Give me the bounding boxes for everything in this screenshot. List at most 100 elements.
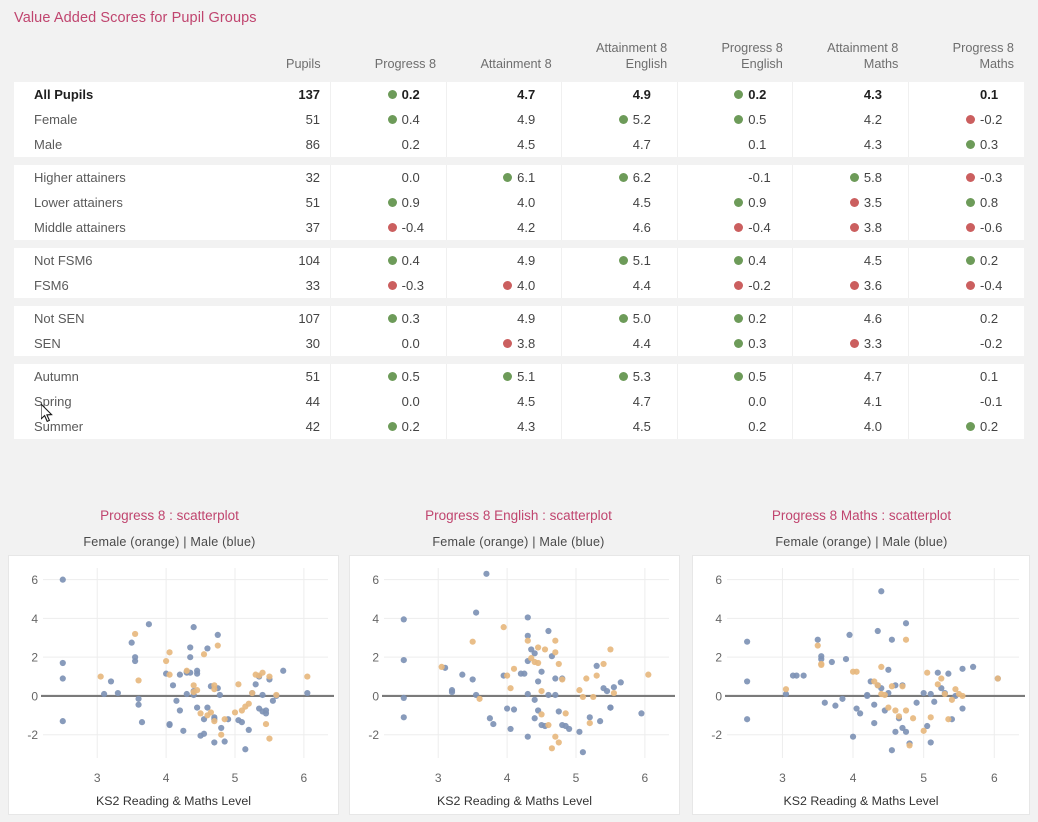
- table-row[interactable]: FSM6 33 -0.3 4.0 4.4 -0.2 3.6 -0.4: [14, 273, 1024, 298]
- cell-metric: 0.1: [907, 82, 1024, 107]
- no-indicator-icon: [503, 422, 512, 431]
- table-header: Pupils Progress 8 Attainment 8 Attainment 8…: [14, 40, 1024, 82]
- header-line: Maths: [979, 57, 1014, 71]
- no-indicator-icon: [619, 90, 628, 99]
- cell-value: 4.5: [632, 195, 651, 210]
- table-row[interactable]: SEN 30 0.0 3.8 4.4 0.3 3.3 -0.2: [14, 331, 1024, 356]
- cell-value: 0.2: [980, 311, 999, 326]
- cell-value: 5.0: [632, 311, 651, 326]
- svg-text:6: 6: [31, 573, 38, 587]
- cell-metric: 5.1: [445, 364, 562, 389]
- cell-metric: 0.4: [676, 248, 793, 273]
- table-row[interactable]: Female 51 0.4 4.9 5.2 0.5 4.2 -0.2: [14, 107, 1024, 132]
- table-row[interactable]: Not FSM6 104 0.4 4.9 5.1 0.4 4.5 0.2: [14, 248, 1024, 273]
- cell-metric: 4.9: [445, 306, 562, 331]
- header-line: Attainment 8: [827, 41, 899, 55]
- cell-metric: 0.0: [676, 389, 793, 414]
- cell-value: 0.3: [980, 137, 999, 152]
- plot-area-2[interactable]: -2 0 2 4 6 3 4 5 6: [692, 555, 1030, 815]
- table-row[interactable]: Lower attainers 51 0.9 4.0 4.5 0.9 3.5 0.8: [14, 190, 1024, 215]
- no-indicator-icon: [850, 90, 859, 99]
- cell-metric: -0.2: [907, 331, 1024, 356]
- cell-metric: 4.5: [445, 132, 562, 157]
- svg-text:4: 4: [504, 771, 511, 785]
- no-indicator-icon: [966, 372, 975, 381]
- cell-metric: -0.2: [907, 107, 1024, 132]
- positive-indicator-icon: [734, 90, 744, 99]
- cell-metric: 0.2: [676, 306, 793, 331]
- table-row[interactable]: Male 86 0.2 4.5 4.7 0.1 4.3 0.3: [14, 132, 1024, 157]
- cell-value: -0.2: [748, 278, 771, 293]
- positive-indicator-icon: [618, 256, 628, 265]
- cell-metric: -0.4: [676, 215, 793, 240]
- svg-text:0: 0: [372, 689, 379, 703]
- cell-value: 5.2: [632, 112, 651, 127]
- row-label: Male: [34, 137, 63, 152]
- cell-metric: 0.3: [676, 331, 793, 356]
- svg-text:4: 4: [31, 612, 38, 626]
- positive-indicator-icon: [503, 372, 513, 381]
- cell-metric: 0.9: [330, 190, 447, 215]
- cell-metric: 3.6: [792, 273, 909, 298]
- chart-title: Progress 8 Maths : scatterplot: [771, 508, 952, 523]
- row-label: Lower attainers: [34, 195, 123, 210]
- no-indicator-icon: [619, 140, 628, 149]
- positive-indicator-icon: [387, 256, 397, 265]
- cell-metric: -0.6: [907, 215, 1024, 240]
- cell-value: 0.2: [401, 419, 420, 434]
- cell-value: 0.9: [748, 195, 767, 210]
- cell-value: 4.2: [863, 112, 882, 127]
- table-row[interactable]: Summer 42 0.2 4.3 4.5 0.2 4.0 0.2: [14, 414, 1024, 439]
- svg-text:3: 3: [94, 771, 101, 785]
- cell-metric: 0.0: [330, 389, 447, 414]
- cell-pupils: 37: [305, 220, 321, 235]
- no-indicator-icon: [619, 339, 628, 348]
- table-row[interactable]: Spring 44 0.0 4.5 4.7 0.0 4.1 -0.1: [14, 389, 1024, 414]
- negative-indicator-icon: [966, 173, 975, 182]
- svg-text:6: 6: [991, 771, 998, 785]
- table-row[interactable]: Not SEN 107 0.3 4.9 5.0 0.2 4.6 0.2: [14, 306, 1024, 331]
- chart-legend-text: Female (orange) | Male (blue): [83, 535, 256, 549]
- cell-metric: -0.1: [676, 165, 793, 190]
- group-separator: [14, 240, 1024, 248]
- plot-area-1[interactable]: -2 0 2 4 6 3 4 5 6: [349, 555, 680, 815]
- svg-text:4: 4: [715, 612, 722, 626]
- cell-value: -0.1: [748, 170, 771, 185]
- row-label: Higher attainers: [34, 170, 126, 185]
- positive-indicator-icon: [966, 422, 975, 431]
- cell-value: 4.3: [863, 137, 882, 152]
- chart-title: Progress 8 : scatterplot: [100, 508, 239, 523]
- scatter-svg: -2 0 2 4 6 3 4 5 6: [27, 568, 334, 785]
- positive-indicator-icon: [734, 339, 744, 348]
- cell-value: 4.9: [632, 87, 651, 102]
- no-indicator-icon: [850, 422, 859, 431]
- positive-indicator-icon: [387, 115, 397, 124]
- cell-pupils: 51: [305, 369, 321, 384]
- column-header-attainment-8-maths: Attainment 8 Maths: [792, 40, 909, 82]
- cell-value: 0.5: [748, 369, 767, 384]
- negative-indicator-icon: [966, 115, 975, 124]
- no-indicator-icon: [388, 173, 397, 182]
- table-row[interactable]: All Pupils 137 0.2 4.7 4.9 0.2 4.3 0.1: [14, 82, 1024, 107]
- x-axis-label: KS2 Reading & Maths Level: [437, 794, 592, 808]
- cell-metric: 5.8: [792, 165, 909, 190]
- table-body: All Pupils 137 0.2 4.7 4.9 0.2 4.3 0.1 Female 51 0…: [14, 82, 1024, 439]
- no-indicator-icon: [388, 397, 397, 406]
- no-indicator-icon: [966, 339, 975, 348]
- svg-text:6: 6: [372, 573, 379, 587]
- svg-text:4: 4: [372, 612, 379, 626]
- cell-value: 6.1: [517, 170, 536, 185]
- cell-value: 0.5: [401, 369, 420, 384]
- no-indicator-icon: [966, 397, 975, 406]
- cell-value: 4.0: [517, 278, 536, 293]
- cell-metric: 4.7: [445, 82, 562, 107]
- plot-area-0[interactable]: -2 0 2 4 6 3 4 5 6: [8, 555, 339, 815]
- svg-text:2: 2: [372, 651, 379, 665]
- table-row[interactable]: Middle attainers 37 -0.4 4.2 4.6 -0.4 3.8 -0.6: [14, 215, 1024, 240]
- table-row[interactable]: Higher attainers 32 0.0 6.1 6.2 -0.1 5.8 -0.3: [14, 165, 1024, 190]
- cell-metric: 4.4: [561, 331, 678, 356]
- row-label: Middle attainers: [34, 220, 126, 235]
- positive-indicator-icon: [387, 90, 397, 99]
- table-row[interactable]: Autumn 51 0.5 5.1 5.3 0.5 4.7 0.1: [14, 364, 1024, 389]
- cell-value: 4.5: [517, 137, 536, 152]
